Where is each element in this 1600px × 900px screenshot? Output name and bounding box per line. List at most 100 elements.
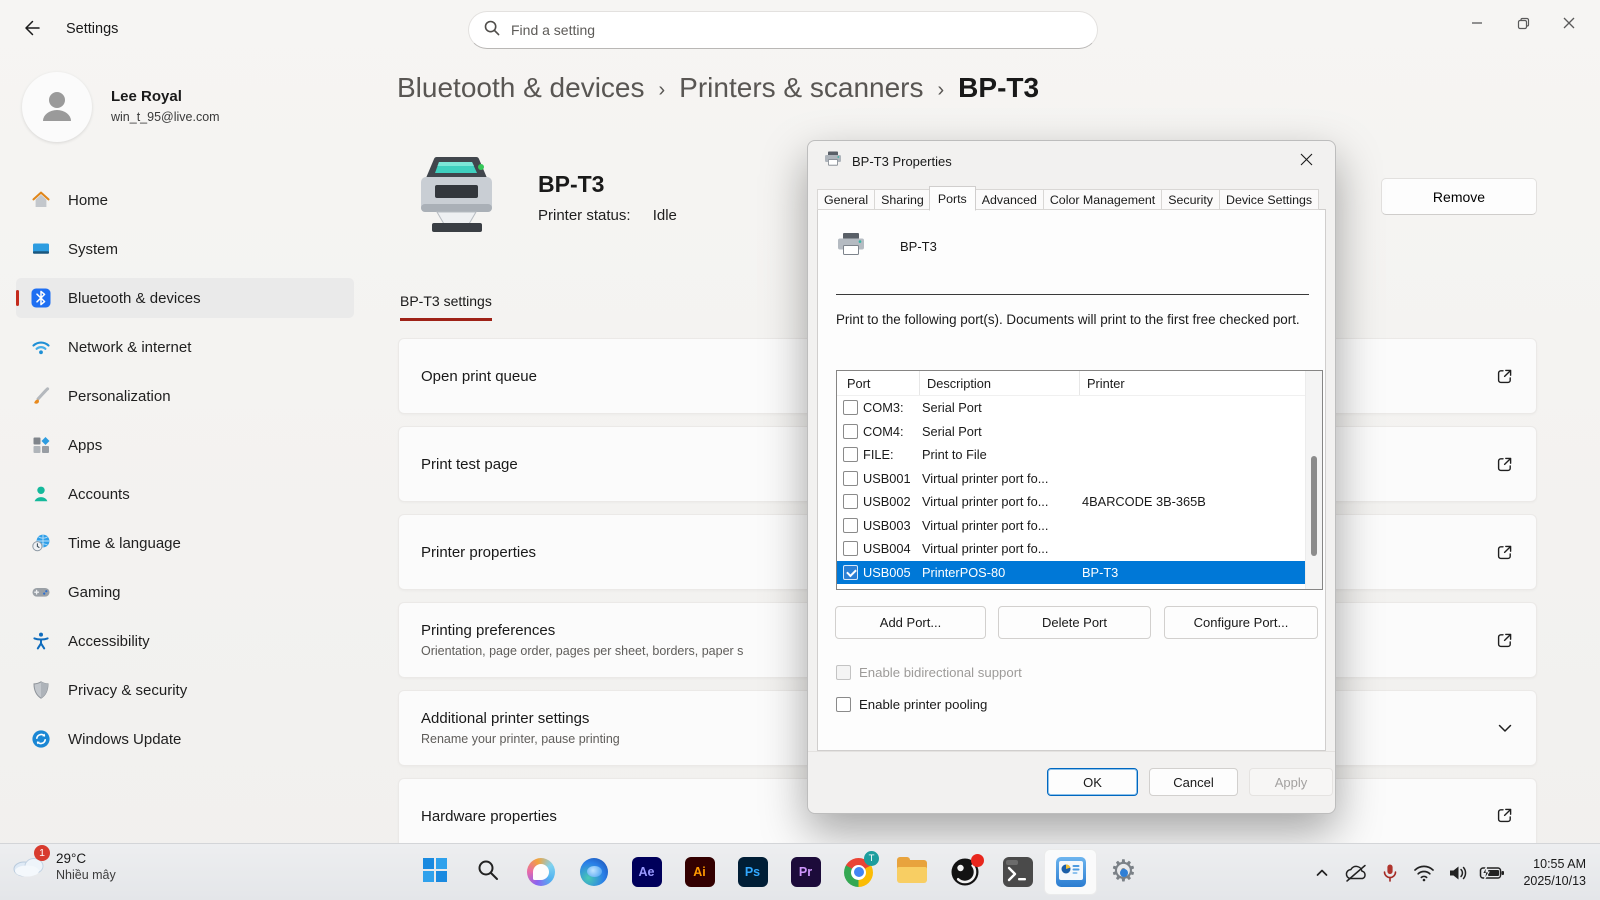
port-row-file[interactable]: FILE: Print to File — [837, 443, 1322, 467]
port-checkbox[interactable] — [843, 424, 858, 439]
sidebar-item-accessibility[interactable]: Accessibility — [16, 621, 354, 661]
sidebar-item-privacy-security[interactable]: Privacy & security — [16, 670, 354, 710]
control-panel-icon-active[interactable] — [1044, 849, 1097, 895]
breadcrumb-bluetooth-devices[interactable]: Bluetooth & devices — [397, 72, 645, 104]
close-button[interactable] — [1546, 6, 1592, 40]
port-checkbox[interactable] — [843, 400, 858, 415]
shield-icon — [30, 679, 52, 701]
tab-device-settings[interactable]: Device Settings — [1219, 189, 1319, 210]
port-checkbox[interactable] — [843, 518, 858, 533]
volume-icon[interactable] — [1441, 853, 1475, 893]
tab-printer-settings[interactable]: BP-T3 settings — [400, 293, 492, 321]
port-checkbox[interactable] — [843, 565, 858, 580]
weather-widget[interactable]: 1 29°C Nhiều mây — [10, 850, 116, 883]
breadcrumb-separator: › — [938, 75, 945, 102]
printer-pooling-checkbox[interactable] — [836, 697, 851, 712]
remove-button[interactable]: Remove — [1381, 178, 1537, 215]
obs-icon[interactable] — [938, 849, 991, 895]
sidebar-item-system[interactable]: System — [16, 229, 354, 269]
tab-ports[interactable]: Ports — [929, 186, 976, 211]
start-button[interactable] — [408, 849, 461, 895]
port-row-com3[interactable]: COM3: Serial Port — [837, 396, 1322, 420]
chrome-icon[interactable]: T — [832, 849, 885, 895]
search-box[interactable] — [468, 11, 1098, 49]
port-row-usb005[interactable]: USB005 PrinterPOS-80 BP-T3 — [837, 561, 1322, 585]
photoshop-icon[interactable]: Ps — [726, 849, 779, 895]
chevron-down-icon — [1494, 717, 1516, 739]
dialog-printer-row: BP-T3 — [836, 232, 937, 261]
settings-gear-icon[interactable]: ⚙ — [1097, 849, 1150, 895]
terminal-icon[interactable] — [991, 849, 1044, 895]
sidebar-item-label: Windows Update — [68, 731, 181, 748]
back-button[interactable] — [14, 12, 50, 46]
port-row-usb003[interactable]: USB003 Virtual printer port fo... — [837, 514, 1322, 538]
edge-icon[interactable] — [567, 849, 620, 895]
sidebar-item-time-language[interactable]: Time & language — [16, 523, 354, 563]
tab-color-management[interactable]: Color Management — [1043, 189, 1161, 210]
illustrator-icon[interactable]: Ai — [673, 849, 726, 895]
battery-icon[interactable] — [1475, 853, 1509, 893]
list-scrollbar[interactable] — [1305, 371, 1322, 589]
port-row-usb002[interactable]: USB002 Virtual printer port fo... 4BARCO… — [837, 490, 1322, 514]
configure-port-button[interactable]: Configure Port... — [1164, 606, 1318, 639]
port-checkbox[interactable] — [843, 447, 858, 462]
restore-button[interactable] — [1500, 6, 1546, 40]
sidebar-item-gaming[interactable]: Gaming — [16, 572, 354, 612]
copilot-icon[interactable] — [514, 849, 567, 895]
ok-button[interactable]: OK — [1047, 768, 1138, 796]
sidebar-item-home[interactable]: Home — [16, 180, 354, 220]
breadcrumb-printers-scanners[interactable]: Printers & scanners — [679, 72, 923, 104]
tab-security[interactable]: Security — [1161, 189, 1219, 210]
sidebar-item-personalization[interactable]: Personalization — [16, 376, 354, 416]
sidebar-item-windows-update[interactable]: Windows Update — [16, 719, 354, 759]
delete-port-button[interactable]: Delete Port — [998, 606, 1151, 639]
port-checkbox[interactable] — [843, 494, 858, 509]
ports-description: Print to the following port(s). Document… — [836, 310, 1336, 330]
wifi-icon[interactable] — [1407, 853, 1441, 893]
add-port-button[interactable]: Add Port... — [835, 606, 986, 639]
option-printer-pooling[interactable]: Enable printer pooling — [836, 697, 987, 712]
avatar[interactable] — [22, 72, 92, 142]
tab-sharing[interactable]: Sharing — [874, 189, 930, 210]
tab-general[interactable]: General — [817, 189, 874, 210]
port-checkbox[interactable] — [843, 471, 858, 486]
sidebar-item-accounts[interactable]: Accounts — [16, 474, 354, 514]
column-header-printer[interactable]: Printer — [1080, 376, 1322, 391]
external-link-icon — [1494, 365, 1516, 387]
microphone-icon[interactable] — [1373, 853, 1407, 893]
profile-name: Lee Royal — [111, 88, 182, 105]
column-header-description[interactable]: Description — [920, 371, 1080, 395]
port-name: USB002 — [858, 494, 915, 509]
option-label: Enable bidirectional support — [859, 665, 1022, 680]
cancel-button[interactable]: Cancel — [1149, 768, 1238, 796]
sidebar-item-network-internet[interactable]: Network & internet — [16, 327, 354, 367]
premiere-icon[interactable]: Pr — [779, 849, 832, 895]
search-input[interactable] — [511, 22, 1083, 38]
port-row-usb001[interactable]: USB001 Virtual printer port fo... — [837, 467, 1322, 491]
accounts-icon — [30, 483, 52, 505]
update-icon — [30, 728, 52, 750]
port-row-usb004[interactable]: USB004 Virtual printer port fo... — [837, 537, 1322, 561]
taskbar-clock[interactable]: 10:55 AM 2025/10/13 — [1517, 852, 1592, 894]
after-effects-icon[interactable]: Ae — [620, 849, 673, 895]
taskbar-search-button[interactable] — [461, 849, 514, 895]
onedrive-paused-icon[interactable] — [1339, 853, 1373, 893]
file-explorer-icon[interactable] — [885, 849, 938, 895]
dialog-titlebar[interactable]: BP-T3 Properties — [808, 141, 1335, 181]
column-header-port[interactable]: Port — [837, 371, 920, 395]
dialog-title: BP-T3 Properties — [852, 154, 952, 169]
dialog-close-button[interactable] — [1291, 148, 1321, 174]
sidebar-item-bluetooth-devices[interactable]: Bluetooth & devices — [16, 278, 354, 318]
scrollbar-thumb[interactable] — [1311, 456, 1317, 556]
notification-badge: 1 — [34, 845, 50, 861]
external-link-icon — [1494, 629, 1516, 651]
port-checkbox[interactable] — [843, 541, 858, 556]
tray-chevron-up-icon[interactable] — [1305, 853, 1339, 893]
minimize-button[interactable] — [1454, 6, 1500, 40]
printer-status: Printer status: Idle — [538, 207, 677, 224]
port-row-com4[interactable]: COM4: Serial Port — [837, 420, 1322, 444]
port-description: Virtual printer port fo... — [915, 518, 1075, 533]
tab-advanced[interactable]: Advanced — [975, 189, 1043, 210]
sidebar-item-apps[interactable]: Apps — [16, 425, 354, 465]
apply-button[interactable]: Apply — [1249, 768, 1333, 796]
